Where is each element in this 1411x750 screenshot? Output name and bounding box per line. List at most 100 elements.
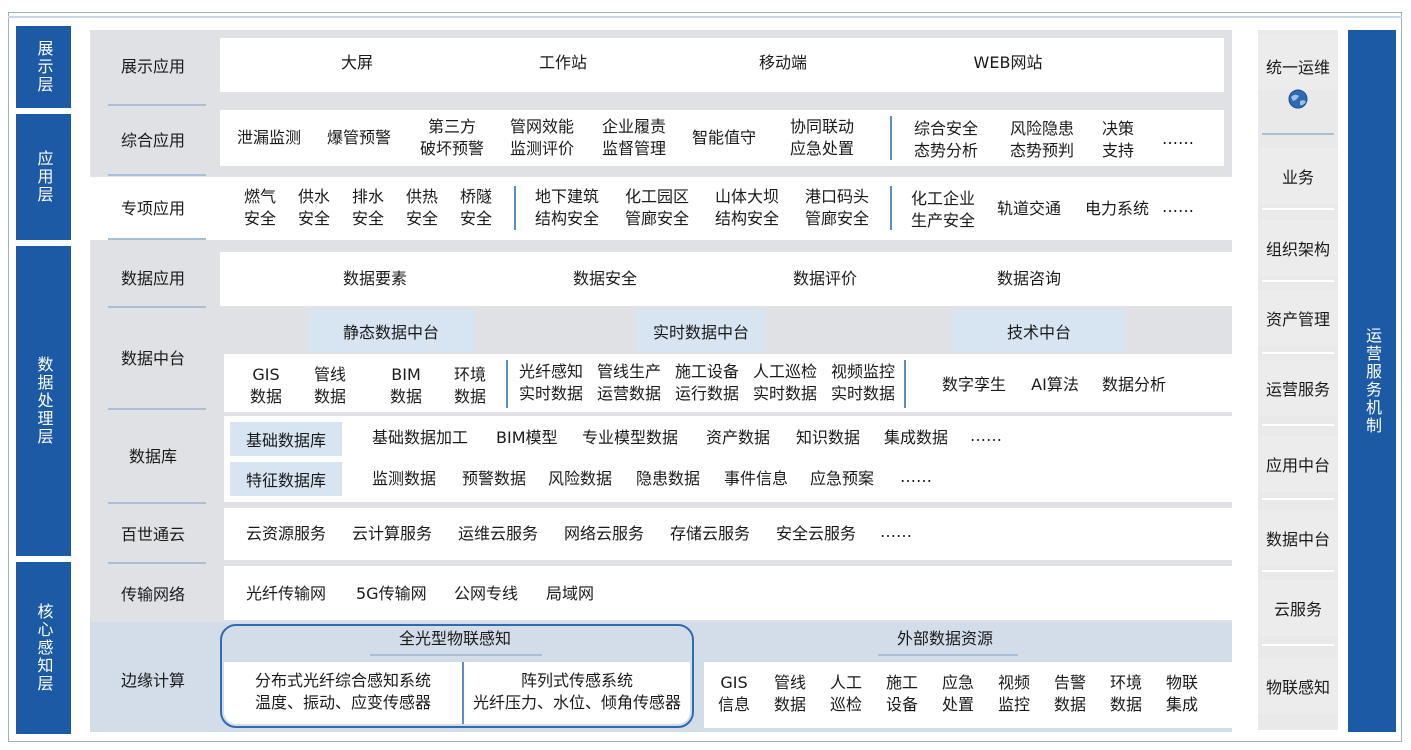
external-title: 外部数据资源 bbox=[896, 629, 993, 648]
external-item: 人工 bbox=[829, 673, 862, 692]
platform-item: 管线生产 bbox=[596, 362, 661, 381]
external-item: 信息 bbox=[717, 695, 750, 714]
display-item: 工作站 bbox=[538, 53, 587, 72]
comprehensive-item: 态势分析 bbox=[913, 141, 978, 160]
ops-item-data-platform: 数据中台 bbox=[1258, 510, 1338, 566]
layer-application: 应用层 bbox=[16, 114, 71, 240]
platform-item: 人工巡检 bbox=[752, 362, 817, 381]
comprehensive-item: 应急处置 bbox=[789, 139, 854, 158]
database-feature-item: 监测数据 bbox=[372, 469, 437, 488]
database-basic-label: 基础数据库 bbox=[230, 422, 342, 456]
cloud-box: 云资源服务 云计算服务 运维云服务 网络云服务 存储云服务 安全云服务 …… bbox=[224, 508, 1232, 560]
database-feature-item: 应急预案 bbox=[810, 469, 875, 488]
display-item: 移动端 bbox=[758, 53, 807, 72]
platform-header-realtime: 实时数据中台 bbox=[636, 310, 766, 352]
platform-item: BIM bbox=[391, 365, 421, 384]
special-item: 港口码头 bbox=[804, 187, 869, 206]
database-feature-label: 特征数据库 bbox=[230, 462, 342, 496]
platform-item: 实时数据 bbox=[752, 384, 817, 403]
external-resources-box: GIS 信息 管线 数据 人工 巡检 施工 设备 应急 处置 视频 监控 告警 … bbox=[704, 662, 1232, 728]
comprehensive-item: …… bbox=[1162, 129, 1194, 148]
special-item: 管廊安全 bbox=[804, 209, 869, 228]
special-item: 化工企业 bbox=[910, 189, 975, 208]
cloud-item: 运维云服务 bbox=[458, 524, 539, 543]
external-item: 应急 bbox=[941, 673, 974, 692]
data-app-item: 数据咨询 bbox=[996, 269, 1061, 288]
external-item: 视频 bbox=[997, 673, 1030, 692]
special-item: 安全 bbox=[459, 209, 492, 228]
platform-item: 数据 bbox=[389, 387, 422, 406]
cloud-item: 存储云服务 bbox=[670, 524, 751, 543]
special-item: …… bbox=[1162, 197, 1194, 216]
distributed-system-box: 分布式光纤综合感知系统 温度、振动、应变传感器 bbox=[224, 662, 462, 724]
transport-box: 光纤传输网 5G传输网 公网专线 局域网 bbox=[224, 566, 1232, 620]
layer-display: 展示层 bbox=[16, 26, 71, 108]
database-feature-item: 风险数据 bbox=[548, 469, 613, 488]
database-basic-item: 知识数据 bbox=[796, 428, 861, 447]
transport-item: 局域网 bbox=[546, 584, 595, 603]
special-item: 燃气 bbox=[243, 187, 276, 206]
comprehensive-item: 监测评价 bbox=[509, 139, 574, 158]
comprehensive-item: 支持 bbox=[1101, 141, 1134, 160]
special-item: 供水 bbox=[297, 187, 330, 206]
external-item: 集成 bbox=[1165, 695, 1198, 714]
array-system-box: 阵列式传感系统 光纤压力、水位、倾角传感器 bbox=[464, 662, 690, 724]
display-item: 大屏 bbox=[340, 53, 373, 72]
special-item: 结构安全 bbox=[534, 209, 599, 228]
special-item: 电力系统 bbox=[1084, 199, 1149, 218]
platform-item: 环境 bbox=[453, 365, 486, 384]
comprehensive-item: 协同联动 bbox=[789, 117, 854, 136]
special-item: 安全 bbox=[243, 209, 276, 228]
comprehensive-item: 企业履责 bbox=[601, 117, 666, 136]
layer-data-processing: 数据处理层 bbox=[16, 246, 71, 556]
ops-item-org: 组织架构 bbox=[1258, 220, 1338, 276]
ops-item-iot: 物联感知 bbox=[1258, 658, 1338, 714]
database-basic-item: 基础数据加工 bbox=[372, 428, 469, 447]
special-item: 轨道交通 bbox=[996, 199, 1061, 218]
row-label-display-app: 展示应用 bbox=[120, 57, 185, 76]
database-feature-item: 事件信息 bbox=[724, 469, 789, 488]
ops-item-assets: 资产管理 bbox=[1258, 290, 1338, 346]
comprehensive-item: 第三方 bbox=[427, 117, 476, 136]
cloud-item: 云计算服务 bbox=[352, 524, 433, 543]
comprehensive-item: 风险隐患 bbox=[1009, 119, 1074, 138]
platform-item: 视频监控 bbox=[830, 362, 895, 381]
external-item: 设备 bbox=[885, 695, 918, 714]
data-app-box: 数据要素 数据安全 数据评价 数据咨询 bbox=[220, 252, 1232, 306]
row-label-special-app: 专项应用 bbox=[120, 199, 185, 218]
database-feature-item: 隐患数据 bbox=[636, 469, 701, 488]
database-feature-item: …… bbox=[900, 467, 932, 486]
data-app-item: 数据要素 bbox=[342, 269, 407, 288]
special-item: 地下建筑 bbox=[534, 187, 599, 206]
external-item: 物联 bbox=[1165, 673, 1198, 692]
external-item: 告警 bbox=[1053, 673, 1086, 692]
external-item: 环境 bbox=[1109, 673, 1142, 692]
special-item: 管廊安全 bbox=[624, 209, 689, 228]
special-item: 山体大坝 bbox=[714, 187, 779, 206]
row-label-comprehensive-app: 综合应用 bbox=[120, 131, 185, 150]
transport-item: 5G传输网 bbox=[356, 584, 427, 603]
cloud-item: 安全云服务 bbox=[776, 524, 857, 543]
external-item: 数据 bbox=[1109, 695, 1142, 714]
data-app-item: 数据安全 bbox=[572, 269, 637, 288]
platform-item: 实时数据 bbox=[518, 384, 583, 403]
special-item: 安全 bbox=[297, 209, 330, 228]
comprehensive-app-box: 泄漏监测 爆管预警 第三方 破坏预警 管网效能 监测评价 企业履责 监督管理 智… bbox=[220, 110, 1224, 166]
special-item: 生产安全 bbox=[910, 211, 975, 230]
comprehensive-item: 破坏预警 bbox=[419, 139, 484, 158]
platform-item: 运行数据 bbox=[674, 384, 739, 403]
optical-title: 全光型物联感知 bbox=[398, 629, 511, 648]
row-label-data-platform: 数据中台 bbox=[120, 349, 185, 368]
ops-item-unified: 统一运维 bbox=[1258, 34, 1338, 90]
comprehensive-item: 管网效能 bbox=[509, 117, 574, 136]
platform-item: 数据 bbox=[313, 387, 346, 406]
database-box: 基础数据库 基础数据加工 BIM模型 专业模型数据 资产数据 知识数据 集成数据… bbox=[224, 416, 1232, 502]
special-item: 安全 bbox=[405, 209, 438, 228]
row-label-database: 数据库 bbox=[128, 447, 177, 466]
cloud-item: 云资源服务 bbox=[246, 524, 327, 543]
ops-item-cloud: 云服务 bbox=[1258, 580, 1338, 636]
data-app-item: 数据评价 bbox=[792, 269, 857, 288]
platform-item: 施工设备 bbox=[674, 362, 739, 381]
ops-item-app-platform: 应用中台 bbox=[1258, 436, 1338, 492]
row-label-transport: 传输网络 bbox=[120, 585, 185, 604]
